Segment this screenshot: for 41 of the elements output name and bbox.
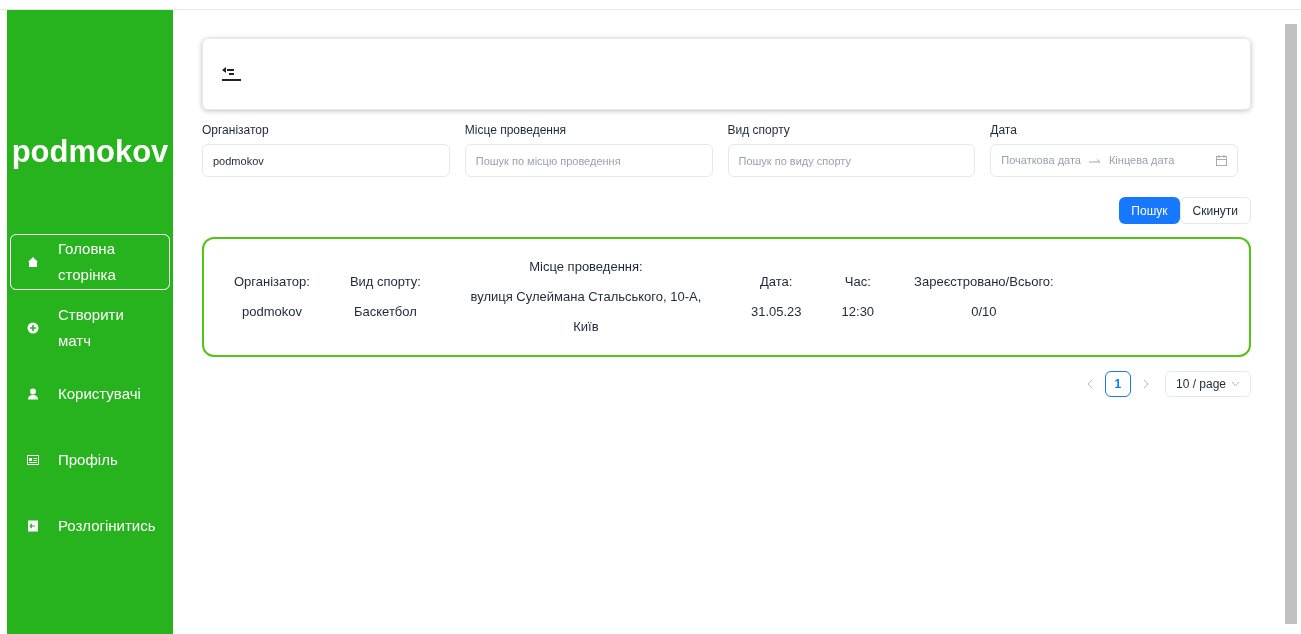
field-label: Вид спорту — [727, 122, 791, 138]
page-button[interactable]: 1 — [1104, 371, 1131, 397]
plus-circle-icon — [27, 322, 39, 334]
previous-page-icon[interactable] — [1086, 379, 1093, 389]
match-field-label: Вид спорту: — [349, 273, 421, 291]
match-field-label: Місце проведення: — [529, 258, 643, 276]
id-card-icon — [27, 454, 39, 466]
text-field[interactable]: Пошук по виду спорту — [727, 144, 976, 177]
match-field-value: 31.05.23 — [750, 303, 802, 321]
field-label: Місце проведення — [464, 122, 568, 138]
match-field-value: вулиця Сулеймана Стальського, 10-А, Київ — [469, 288, 703, 336]
nav-item[interactable]: Профіль — [10, 432, 170, 488]
match-card[interactable]: Організатор: podmokov Вид спорту: Баскетбол Місце проведення: вулиця Сулеймана Стальського, 10-А, Київ Дата: 31.05.23 Час: 12:30 Зареєстровано/Всього: 0/10 — [202, 237, 1251, 357]
menu-fold-icon[interactable] — [221, 65, 243, 83]
chevron-down-icon — [1231, 381, 1240, 387]
match-field-label: Організатор: — [234, 273, 310, 291]
page-size-select[interactable]: 10 / page — [1164, 371, 1251, 397]
match-field-value: 12:30 — [841, 303, 875, 321]
text-field[interactable]: podmokov — [202, 144, 450, 177]
match-field-value: podmokov — [241, 303, 302, 321]
nav-item[interactable]: Головна сторінка — [10, 234, 170, 290]
match-field-label: Дата: — [760, 273, 793, 291]
search-button[interactable]: Пошук — [1119, 197, 1180, 224]
match-field-label: Зареєстровано/Всього: — [914, 273, 1054, 291]
match-field-value: Баскетбол — [354, 303, 417, 321]
home-icon — [27, 256, 39, 268]
user-icon — [27, 388, 39, 400]
next-page-icon[interactable] — [1142, 379, 1149, 389]
date-range-field[interactable]: Початкова дата Кінцева дата — [990, 144, 1238, 177]
reset-button[interactable]: Скинути — [1179, 197, 1251, 224]
match-field-value: 0/10 — [971, 303, 997, 321]
logout-icon — [27, 520, 39, 532]
match-field-label: Час: — [844, 273, 871, 291]
field-label: Дата — [990, 122, 1018, 138]
brand-title: podmokov — [10, 133, 170, 171]
calendar-icon — [1216, 155, 1227, 166]
text-field[interactable]: Пошук по місцю проведення — [464, 144, 713, 177]
nav-item[interactable]: Створити матч — [10, 300, 170, 356]
field-label: Організатор — [202, 122, 270, 138]
nav-item[interactable]: Розлогінитись — [10, 498, 170, 554]
nav-item[interactable]: Користувачі — [10, 366, 170, 422]
